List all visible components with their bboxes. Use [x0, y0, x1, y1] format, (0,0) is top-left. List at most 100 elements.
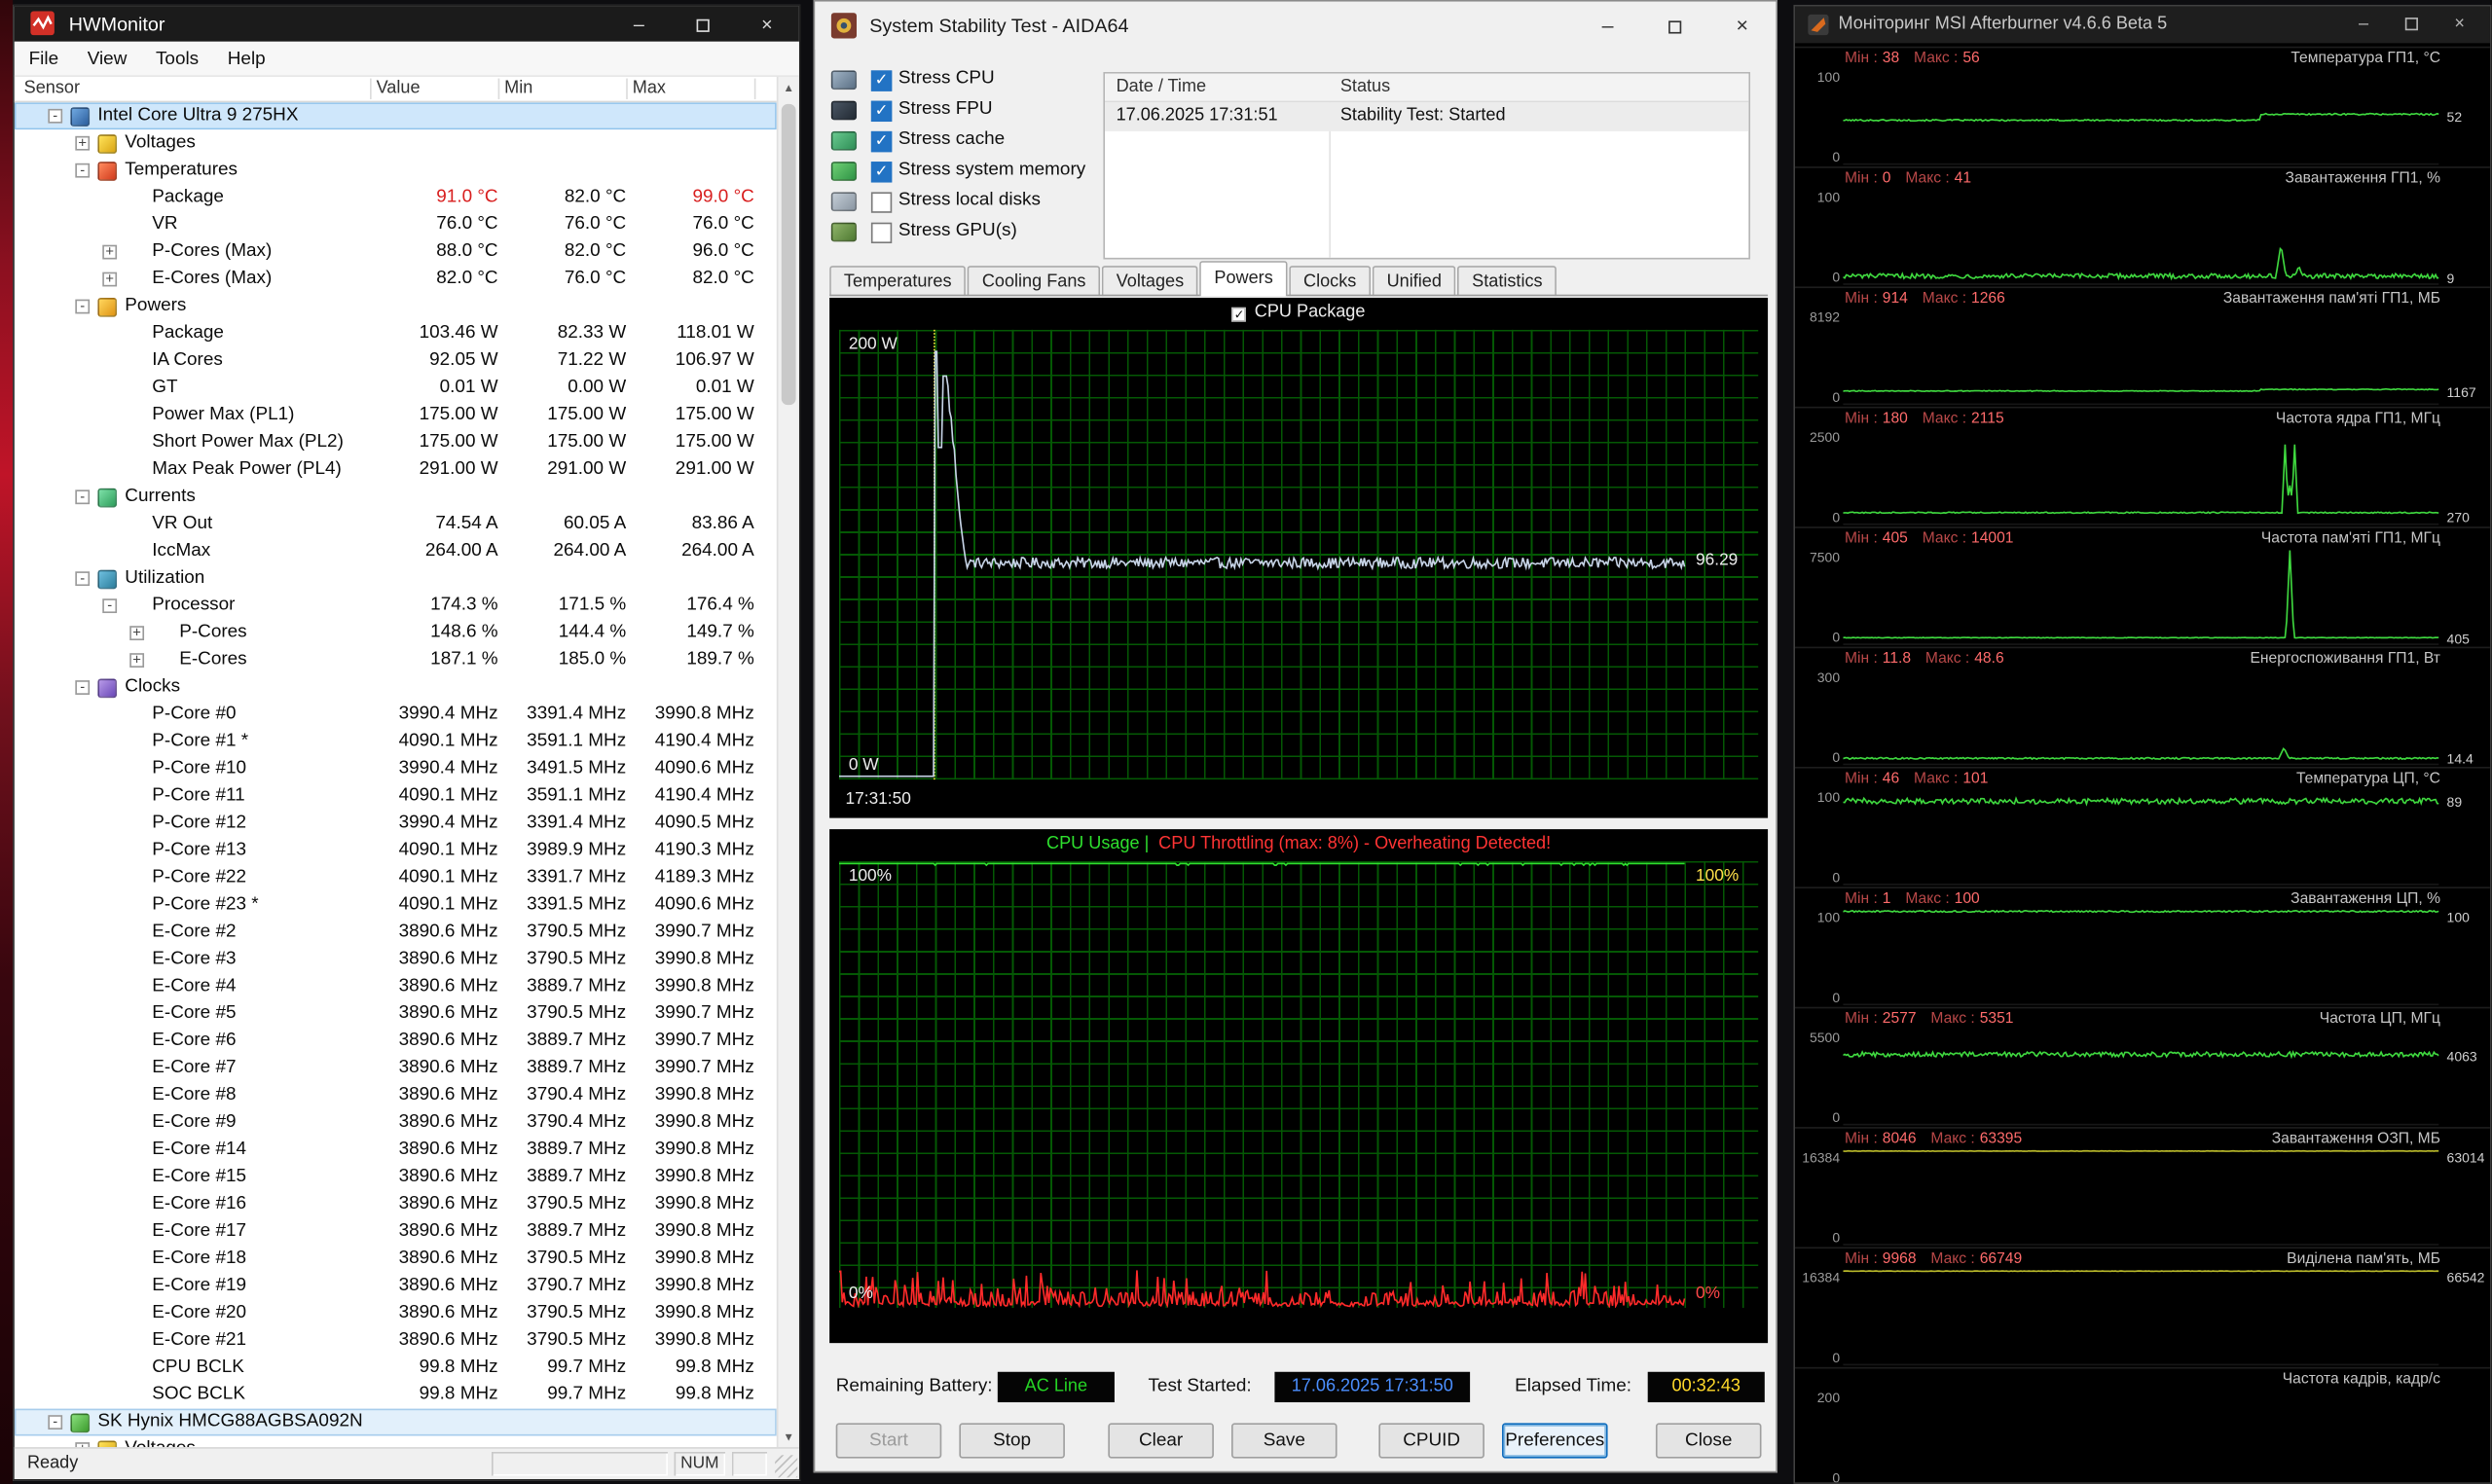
hwmonitor-row[interactable]: - Processor 174.3 % 171.5 % 176.4 %: [15, 593, 777, 620]
resize-grip[interactable]: [775, 1455, 798, 1478]
monitor-panel[interactable]: Мін :9968 Макс :66749 Виділена пам'ять, МБ…: [1795, 1247, 2490, 1366]
hwmonitor-row[interactable]: + P-Cores (Max) 88.0 °C 82.0 °C 96.0 °C: [15, 238, 777, 266]
tab-temperatures[interactable]: Temperatures: [829, 266, 967, 297]
tree-expand-toggle[interactable]: +: [102, 271, 118, 286]
hwmonitor-row[interactable]: E-Core #9 3890.6 MHz 3790.4 MHz 3990.8 MHz: [15, 1109, 777, 1137]
tab-unified[interactable]: Unified: [1372, 266, 1456, 297]
hwmonitor-row[interactable]: - Clocks: [15, 674, 777, 702]
clear-button[interactable]: Clear: [1108, 1423, 1214, 1459]
stop-button[interactable]: Stop: [959, 1423, 1065, 1459]
hwmonitor-row[interactable]: P-Core #13 4090.1 MHz 3989.9 MHz 4190.3 MHz: [15, 837, 777, 864]
column-value[interactable]: Value: [377, 79, 421, 98]
minimize-icon[interactable]: –: [606, 7, 671, 42]
hwmonitor-row[interactable]: E-Core #18 3890.6 MHz 3790.5 MHz 3990.8 MHz: [15, 1246, 777, 1273]
maximize-icon[interactable]: [671, 7, 735, 42]
monitor-panel[interactable]: Мін :1 Макс :100 Завантаження ЦП, % 100 0 100: [1795, 887, 2490, 1006]
hwmonitor-row[interactable]: IA Cores 92.05 W 71.22 W 106.97 W: [15, 347, 777, 375]
scroll-up-icon[interactable]: ▲: [778, 77, 798, 101]
checkbox-stress-local-disks[interactable]: [870, 192, 893, 213]
monitor-panel[interactable]: Мін :0 Макс :41 Завантаження ГП1, % 100 0 9: [1795, 166, 2490, 286]
hwmonitor-row[interactable]: P-Core #0 3990.4 MHz 3391.4 MHz 3990.8 MHz: [15, 702, 777, 729]
tree-expand-toggle[interactable]: -: [75, 570, 91, 586]
hwmonitor-row[interactable]: CPU BCLK 99.8 MHz 99.7 MHz 99.8 MHz: [15, 1355, 777, 1382]
preferences-button[interactable]: Preferences: [1502, 1423, 1608, 1459]
monitor-panel[interactable]: Мін :2577 Макс :5351 Частота ЦП, МГц 5500 0 4…: [1795, 1006, 2490, 1127]
hwmonitor-row[interactable]: E-Core #19 3890.6 MHz 3790.7 MHz 3990.8 MHz: [15, 1273, 777, 1300]
hwmonitor-row[interactable]: E-Core #3 3890.6 MHz 3790.5 MHz 3990.8 MHz: [15, 946, 777, 973]
tree-expand-toggle[interactable]: -: [75, 489, 91, 504]
hwmonitor-row[interactable]: + Voltages: [15, 129, 777, 157]
hwmonitor-row[interactable]: + E-Cores (Max) 82.0 °C 76.0 °C 82.0 °C: [15, 266, 777, 293]
tree-expand-toggle[interactable]: -: [75, 678, 91, 695]
menu-tools[interactable]: Tools: [141, 49, 213, 68]
tab-voltages[interactable]: Voltages: [1101, 266, 1198, 297]
start-button[interactable]: Start: [835, 1423, 942, 1459]
hwmonitor-row[interactable]: - Temperatures: [15, 157, 777, 184]
hwmonitor-row[interactable]: P-Core #22 4090.1 MHz 3391.7 MHz 4189.3 MHz: [15, 864, 777, 891]
hwmonitor-row[interactable]: - SK Hynix HMCG88AGBSA092N: [14, 1408, 777, 1436]
close-icon[interactable]: ×: [2436, 7, 2483, 44]
tree-expand-toggle[interactable]: -: [75, 298, 91, 313]
hwmonitor-row[interactable]: GT 0.01 W 0.00 W 0.01 W: [15, 375, 777, 402]
hwmonitor-row[interactable]: E-Core #2 3890.6 MHz 3790.5 MHz 3990.7 MHz: [15, 919, 777, 946]
tab-clocks[interactable]: Clocks: [1289, 266, 1372, 297]
hwmonitor-row[interactable]: E-Core #17 3890.6 MHz 3889.7 MHz 3990.8 MHz: [15, 1218, 777, 1246]
hwmonitor-scrollbar[interactable]: ▲ ▼: [776, 76, 799, 1451]
hwmonitor-row[interactable]: E-Core #6 3890.6 MHz 3889.7 MHz 3990.7 MHz: [15, 1028, 777, 1055]
tab-cooling-fans[interactable]: Cooling Fans: [968, 266, 1101, 297]
close-icon[interactable]: ×: [735, 7, 799, 42]
hwmonitor-row[interactable]: E-Core #21 3890.6 MHz 3790.5 MHz 3990.8 MHz: [15, 1327, 777, 1355]
hwmonitor-row[interactable]: Package 103.46 W 82.33 W 118.01 W: [15, 320, 777, 347]
hwmonitor-row[interactable]: IccMax 264.00 A 264.00 A 264.00 A: [15, 538, 777, 565]
monitor-panel[interactable]: Мін :405 Макс :14001 Частота пам'яті ГП1, …: [1795, 526, 2490, 647]
minimize-icon[interactable]: –: [2339, 7, 2387, 44]
checkbox-stress-system-memory[interactable]: ✓: [870, 162, 893, 183]
hwmonitor-row[interactable]: - Intel Core Ultra 9 275HX: [14, 102, 777, 130]
aida64-titlebar[interactable]: System Stability Test - AIDA64 – ×: [815, 1, 1777, 50]
checkbox-stress-cpu[interactable]: ✓: [870, 70, 893, 91]
tree-expand-toggle[interactable]: +: [129, 625, 145, 640]
tab-statistics[interactable]: Statistics: [1457, 266, 1558, 297]
close-icon[interactable]: ×: [1708, 2, 1776, 50]
monitor-panel[interactable]: Мін :11.8 Макс :48.6 Енергоспоживання ГП1,…: [1795, 646, 2490, 767]
hwmonitor-row[interactable]: Short Power Max (PL2) 175.00 W 175.00 W 175…: [15, 429, 777, 456]
hwmonitor-row[interactable]: - Powers: [15, 293, 777, 320]
checkbox-stress-cache[interactable]: ✓: [870, 130, 893, 153]
tree-expand-toggle[interactable]: +: [102, 243, 118, 259]
hwmonitor-row[interactable]: E-Core #20 3890.6 MHz 3790.5 MHz 3990.8 MHz: [15, 1300, 777, 1327]
hwmonitor-row[interactable]: + P-Cores 148.6 % 144.4 % 149.7 %: [15, 620, 777, 647]
hwmonitor-row[interactable]: VR Out 74.54 A 60.05 A 83.86 A: [15, 511, 777, 538]
hwmonitor-row[interactable]: E-Core #7 3890.6 MHz 3889.7 MHz 3990.7 MHz: [15, 1055, 777, 1082]
legend-checkbox[interactable]: ✓: [1231, 307, 1247, 322]
hwmonitor-row[interactable]: Max Peak Power (PL4) 291.00 W 291.00 W 291.…: [15, 456, 777, 484]
hwmonitor-row[interactable]: P-Core #10 3990.4 MHz 3491.5 MHz 4090.6 MHz: [15, 755, 777, 782]
menu-file[interactable]: File: [15, 49, 73, 68]
monitor-panel[interactable]: Мін :914 Макс :1266 Завантаження пам'яті Г…: [1795, 286, 2490, 406]
column-max[interactable]: Max: [633, 79, 666, 98]
hwmonitor-row[interactable]: E-Core #15 3890.6 MHz 3889.7 MHz 3990.8 MHz: [15, 1164, 777, 1191]
hwmonitor-row[interactable]: E-Core #4 3890.6 MHz 3889.7 MHz 3990.8 MHz: [15, 973, 777, 1000]
monitor-panel[interactable]: Мін :46 Макс :101 Температура ЦП, °C 100 0 89: [1795, 766, 2490, 887]
hwmonitor-row[interactable]: P-Core #23 * 4090.1 MHz 3391.5 MHz 4090.6 M…: [15, 891, 777, 919]
hwmonitor-row[interactable]: E-Core #16 3890.6 MHz 3790.5 MHz 3990.8 MHz: [15, 1191, 777, 1218]
maximize-icon[interactable]: [2388, 7, 2436, 44]
hwmonitor-titlebar[interactable]: HWMonitor – ×: [14, 6, 799, 42]
tree-expand-toggle[interactable]: +: [75, 134, 91, 150]
hwmonitor-row[interactable]: - Utilization: [15, 565, 777, 593]
column-sensor[interactable]: Sensor: [24, 79, 80, 98]
column-min[interactable]: Min: [504, 79, 532, 98]
menu-view[interactable]: View: [73, 49, 141, 68]
log-row[interactable]: 17.06.2025 17:31:51 Stability Test: Star…: [1105, 102, 1749, 131]
save-button[interactable]: Save: [1231, 1423, 1338, 1459]
hwmonitor-row[interactable]: Package 91.0 °C 82.0 °C 99.0 °C: [15, 184, 777, 211]
monitor-panel[interactable]: Мін :38 Макс :56 Температура ГП1, °C 100 0 52: [1795, 46, 2490, 166]
tab-powers[interactable]: Powers: [1199, 261, 1288, 297]
hwmonitor-row[interactable]: VR 76.0 °C 76.0 °C 76.0 °C: [15, 211, 777, 238]
tree-expand-toggle[interactable]: -: [75, 162, 91, 177]
monitor-panel[interactable]: Мін :180 Макс :2115 Частота ядра ГП1, МГц 2…: [1795, 406, 2490, 526]
tree-expand-toggle[interactable]: +: [129, 652, 145, 668]
hwmonitor-row[interactable]: E-Core #8 3890.6 MHz 3790.4 MHz 3990.8 MHz: [15, 1082, 777, 1109]
hwmonitor-row[interactable]: + E-Cores 187.1 % 185.0 % 189.7 %: [15, 647, 777, 674]
scrollbar-thumb[interactable]: [781, 103, 796, 406]
hwmonitor-row[interactable]: P-Core #1 * 4090.1 MHz 3591.1 MHz 4190.4 MH…: [15, 728, 777, 755]
